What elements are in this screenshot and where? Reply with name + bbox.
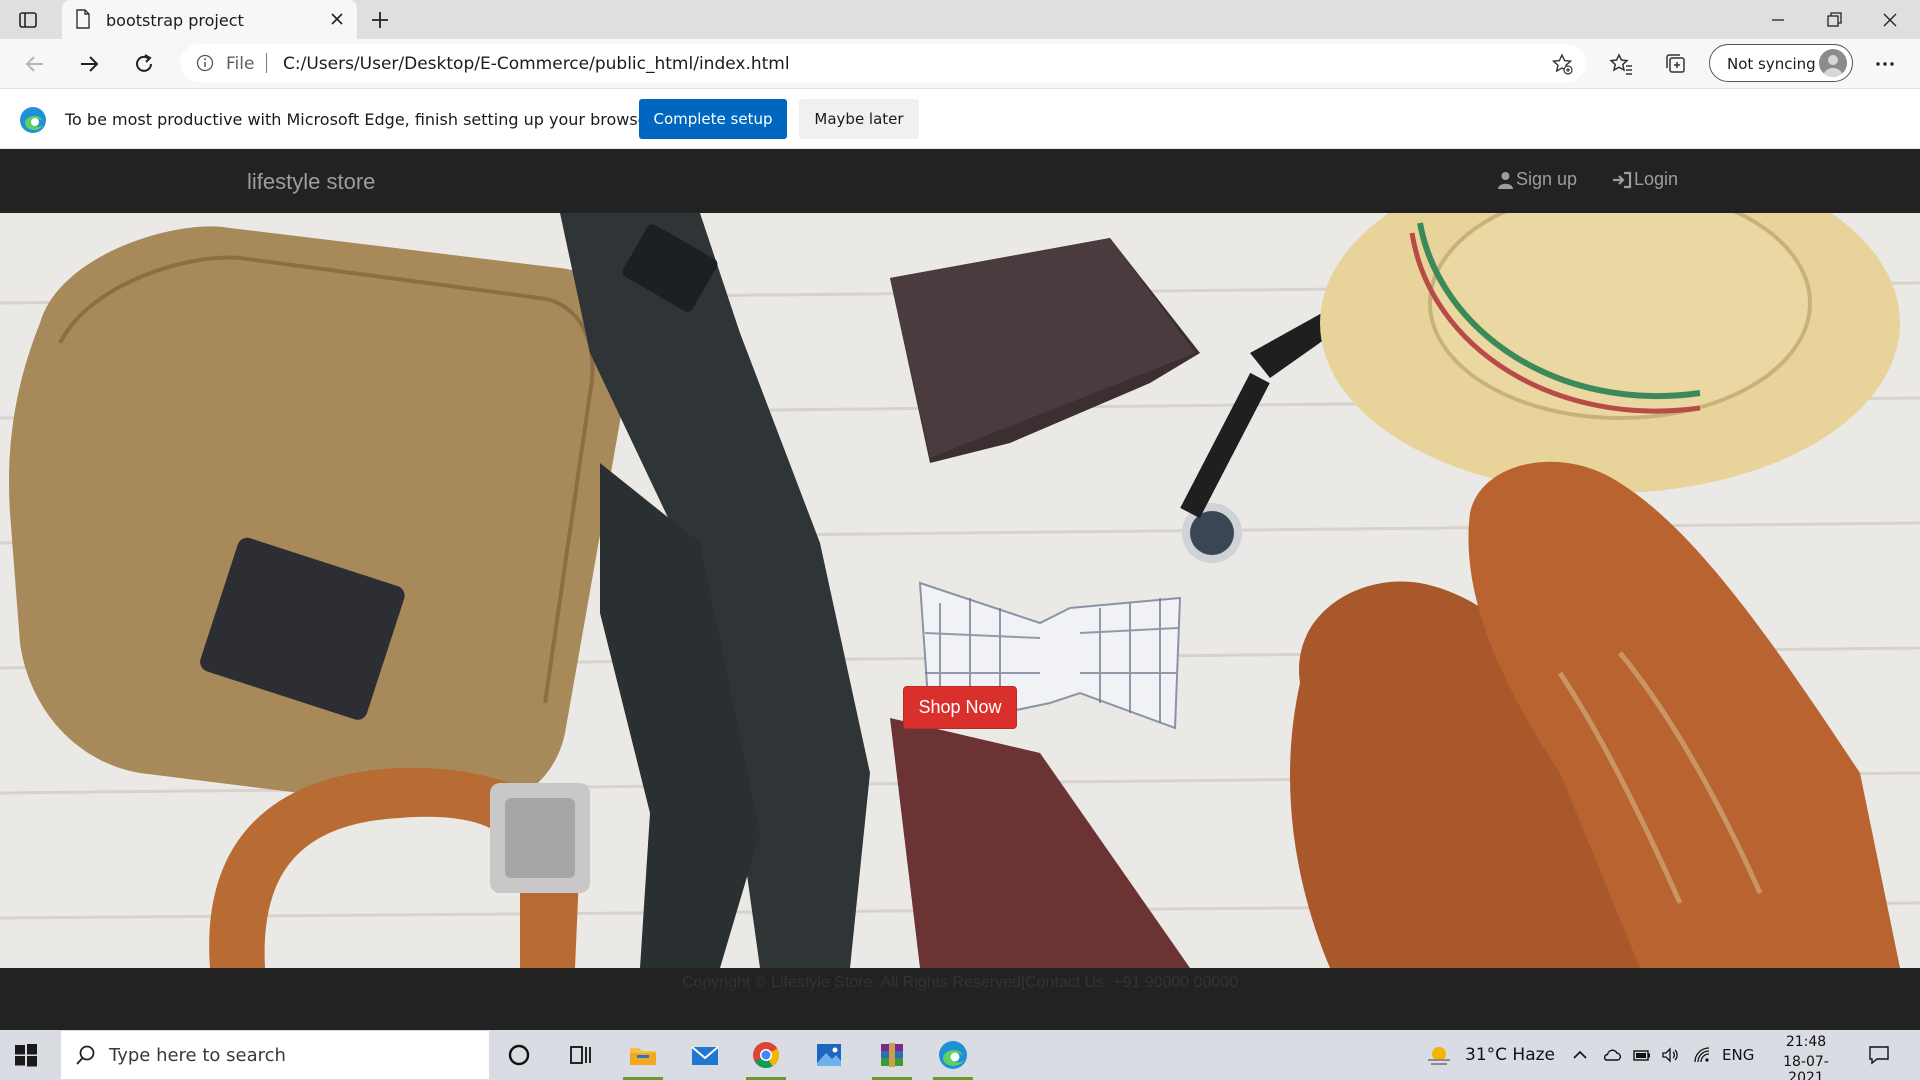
- onedrive-icon[interactable]: [1602, 1045, 1622, 1065]
- mail-icon[interactable]: [689, 1039, 721, 1071]
- edge-logo-icon: [20, 107, 46, 133]
- footer-copyright: Copyright © Lifestyle Store. All Rights …: [681, 974, 1239, 991]
- maybe-later-button[interactable]: Maybe later: [799, 99, 919, 139]
- url-separator: [266, 53, 267, 73]
- url-text[interactable]: C:/Users/User/Desktop/E-Commerce/public_…: [283, 54, 790, 74]
- profile-label: Not syncing: [1727, 55, 1816, 73]
- chrome-icon[interactable]: [750, 1039, 782, 1071]
- close-window-icon[interactable]: [1878, 8, 1902, 32]
- more-options-icon[interactable]: [1872, 51, 1898, 77]
- windows-taskbar: Type here to search 31°C Haze ENG 21:48 …: [0, 1030, 1920, 1080]
- weather-haze-icon[interactable]: [1425, 1042, 1453, 1068]
- windows-start-icon[interactable]: [14, 1043, 38, 1067]
- minimize-icon[interactable]: [1766, 8, 1790, 32]
- add-favorite-icon[interactable]: [1550, 52, 1574, 76]
- battery-icon[interactable]: [1632, 1045, 1652, 1065]
- login-label: Login: [1634, 169, 1679, 189]
- close-tab-icon[interactable]: [327, 9, 347, 29]
- taskbar-search-box[interactable]: Type here to search: [61, 1031, 489, 1079]
- infobar-message: To be most productive with Microsoft Edg…: [65, 110, 658, 129]
- shop-now-button[interactable]: Shop Now: [903, 686, 1017, 729]
- forward-icon[interactable]: [76, 51, 102, 77]
- signup-link[interactable]: Sign up: [1497, 169, 1577, 190]
- browser-tab-strip: bootstrap project: [0, 0, 1920, 39]
- tab-actions-icon[interactable]: [18, 10, 38, 30]
- browser-tab-active[interactable]: bootstrap project: [62, 0, 357, 39]
- collections-icon[interactable]: [1663, 51, 1689, 77]
- profile-button[interactable]: Not syncing: [1709, 44, 1853, 82]
- back-icon[interactable]: [22, 51, 48, 77]
- edge-taskbar-icon[interactable]: [937, 1039, 969, 1071]
- user-icon: [1498, 171, 1513, 189]
- edge-setup-infobar: To be most productive with Microsoft Edg…: [0, 90, 1920, 149]
- refresh-icon[interactable]: [131, 51, 157, 77]
- search-icon: [76, 1045, 95, 1065]
- login-icon: [1613, 171, 1632, 188]
- brand-link[interactable]: lifestyle store: [247, 169, 375, 195]
- weather-text[interactable]: 31°C Haze: [1465, 1045, 1555, 1065]
- login-link[interactable]: Login: [1612, 169, 1678, 190]
- volume-icon[interactable]: [1660, 1045, 1680, 1065]
- new-tab-icon[interactable]: [368, 8, 392, 32]
- favorites-icon[interactable]: [1608, 51, 1634, 77]
- language-indicator[interactable]: ENG: [1722, 1046, 1754, 1064]
- clock-date: 18-07-2021: [1783, 1054, 1829, 1080]
- address-bar[interactable]: File C:/Users/User/Desktop/E-Commerce/pu…: [180, 44, 1586, 82]
- tab-title: bootstrap project: [106, 11, 244, 30]
- photos-icon[interactable]: [813, 1039, 845, 1071]
- browser-toolbar: File C:/Users/User/Desktop/E-Commerce/pu…: [0, 39, 1920, 89]
- restore-icon[interactable]: [1822, 8, 1846, 32]
- show-hidden-icons-icon[interactable]: [1570, 1045, 1590, 1065]
- hero-accessories-image: [0, 213, 1920, 968]
- avatar-icon: [1819, 49, 1847, 77]
- file-explorer-icon[interactable]: [627, 1039, 659, 1071]
- site-navbar: lifestyle store Sign up Login: [0, 149, 1920, 213]
- document-icon: [76, 9, 90, 29]
- signup-label: Sign up: [1516, 169, 1578, 189]
- network-icon[interactable]: [1692, 1045, 1712, 1065]
- hero-banner: Shop Now: [0, 213, 1920, 968]
- task-view-icon[interactable]: [564, 1039, 596, 1071]
- clock[interactable]: 21:48 18-07-2021: [1770, 1034, 1842, 1080]
- notifications-icon[interactable]: [1868, 1044, 1890, 1066]
- cortana-icon[interactable]: [503, 1039, 535, 1071]
- complete-setup-button[interactable]: Complete setup: [639, 99, 787, 139]
- winrar-icon[interactable]: [876, 1039, 908, 1071]
- site-info-icon[interactable]: [196, 54, 214, 72]
- url-scheme-label: File: [226, 54, 255, 74]
- clock-time: 21:48: [1785, 1034, 1827, 1050]
- search-placeholder: Type here to search: [109, 1045, 286, 1066]
- site-footer: Copyright © Lifestyle Store. All Rights …: [0, 968, 1920, 1030]
